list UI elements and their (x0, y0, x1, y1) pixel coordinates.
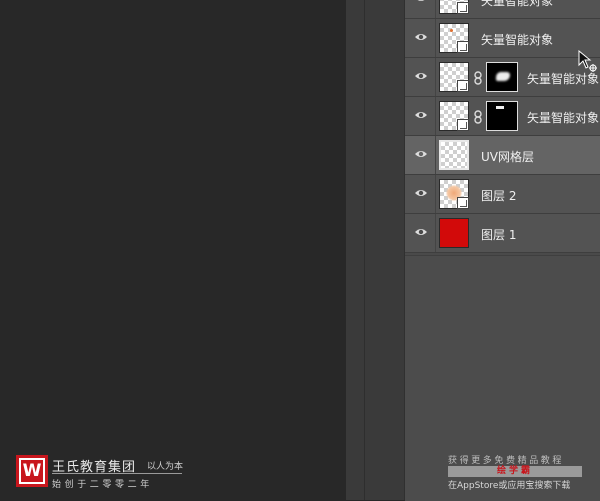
layer-row[interactable]: 图层 2 (405, 175, 600, 214)
layer-name[interactable]: 图层 2 (481, 187, 516, 204)
brand-divider (52, 473, 182, 474)
layer-mask-thumbnail[interactable] (486, 101, 518, 131)
layer-row[interactable]: 矢量智能对象 (405, 58, 600, 97)
layer-name[interactable]: 矢量智能对象 (481, 31, 553, 48)
row-divider (435, 97, 436, 135)
eye-visibility-icon[interactable] (414, 149, 428, 159)
row-divider (435, 175, 436, 213)
smart-object-icon (457, 119, 469, 131)
brand-motto: 以人为本 (147, 459, 183, 472)
mask-shape (496, 106, 504, 109)
eye-visibility-icon[interactable] (414, 227, 428, 237)
thumbnail-content (450, 29, 453, 32)
row-divider (435, 136, 436, 174)
layer-name[interactable]: 矢量智能对象 (481, 0, 553, 9)
mask-shape (496, 72, 510, 81)
layer-mask-thumbnail[interactable] (486, 62, 518, 92)
layers-list: 矢量智能对象 矢量智能对象 矢量智能对象 矢量智能对象 (405, 0, 600, 253)
layer-thumbnail[interactable] (439, 0, 469, 14)
promo-headline: 获得更多免费精品教程 (448, 453, 564, 466)
layer-row-selected[interactable]: UV网格层 (405, 136, 600, 175)
row-divider (435, 214, 436, 252)
eye-visibility-icon[interactable] (414, 0, 428, 3)
layer-thumbnail[interactable] (439, 62, 469, 92)
panel-dock-gutter (346, 0, 404, 500)
layer-thumbnail[interactable] (439, 140, 469, 170)
layer-row[interactable]: 矢量智能对象 (405, 97, 600, 136)
layer-name[interactable]: UV网格层 (481, 148, 534, 165)
layer-thumbnail[interactable] (439, 218, 469, 248)
layer-name[interactable]: 图层 1 (481, 226, 516, 243)
document-canvas[interactable] (0, 0, 346, 500)
brand-logo: W (16, 455, 48, 487)
smart-object-icon (457, 80, 469, 92)
link-chain-icon[interactable] (473, 70, 483, 84)
row-divider (435, 0, 436, 18)
eye-visibility-icon[interactable] (414, 188, 428, 198)
gutter-divider (364, 0, 365, 500)
eye-visibility-icon[interactable] (414, 110, 428, 120)
brand-founded: 始创于二零零二年 (52, 477, 153, 490)
promo-download: 在AppStore或应用宝搜索下载 (448, 478, 570, 491)
smart-object-icon (457, 197, 469, 209)
smart-object-icon (457, 41, 469, 53)
layer-thumbnail[interactable] (439, 179, 469, 209)
row-divider (435, 58, 436, 96)
eye-visibility-icon[interactable] (414, 71, 428, 81)
logo-letter: W (19, 458, 45, 484)
layer-name[interactable]: 矢量智能对象 (527, 109, 599, 126)
eye-visibility-icon[interactable] (414, 32, 428, 42)
promo-app-name: 绘学霸 (448, 466, 582, 477)
layer-row[interactable]: 矢量智能对象 (405, 19, 600, 58)
row-divider (435, 19, 436, 57)
layer-row[interactable]: 矢量智能对象 (405, 0, 600, 19)
layer-thumbnail[interactable] (439, 101, 469, 131)
link-chain-icon[interactable] (473, 109, 483, 123)
mouse-pointer-icon (578, 50, 598, 76)
layer-row[interactable]: 图层 1 (405, 214, 600, 253)
smart-object-icon (457, 2, 469, 14)
layers-panel: 矢量智能对象 矢量智能对象 矢量智能对象 矢量智能对象 (404, 0, 600, 500)
layer-thumbnail[interactable] (439, 23, 469, 53)
